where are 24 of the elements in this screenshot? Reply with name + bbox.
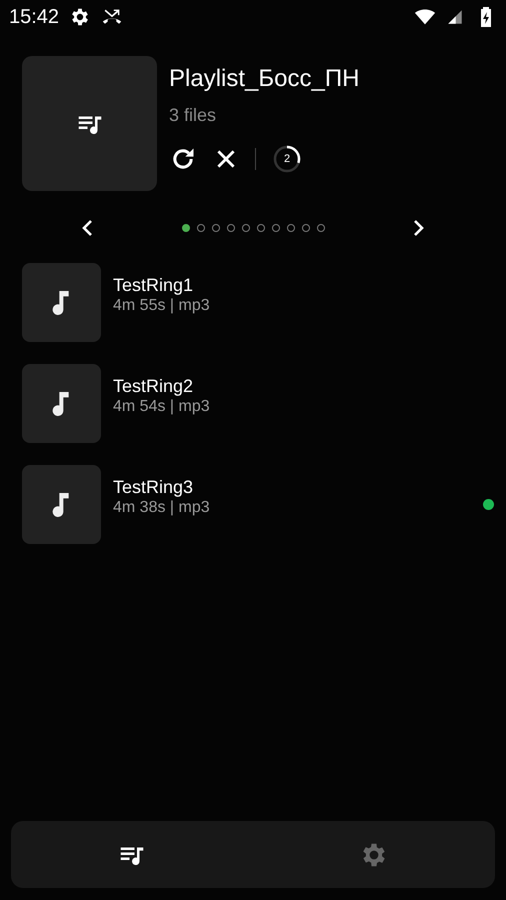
track-details: 4m 55s | mp3 (113, 296, 211, 316)
page-dot[interactable] (226, 224, 234, 232)
file-count: 3 files (169, 105, 218, 126)
page-dot[interactable] (316, 224, 324, 232)
track-title: TestRing1 (113, 274, 194, 296)
page-dot[interactable] (256, 224, 264, 232)
track-title: TestRing3 (113, 476, 194, 498)
status-time: 15:42 (9, 6, 60, 28)
page-dot[interactable] (212, 224, 220, 232)
track-cover[interactable] (22, 364, 101, 443)
page-dot[interactable] (196, 224, 204, 232)
track-details: 4m 54s | mp3 (113, 396, 211, 416)
playlist-title: Playlist_Босс_ПН (169, 64, 360, 94)
page-dot[interactable] (242, 224, 250, 232)
signal-icon (446, 8, 464, 26)
page-dot[interactable] (286, 224, 294, 232)
page-dot[interactable] (182, 224, 190, 232)
track-details: 4m 38s | mp3 (113, 498, 211, 518)
progress-ring: 2 (272, 144, 302, 174)
track-cover[interactable] (22, 263, 101, 342)
track-title: TestRing2 (113, 374, 194, 396)
track-cover[interactable] (22, 465, 101, 544)
page-dot[interactable] (302, 224, 310, 232)
page-dot[interactable] (272, 224, 280, 232)
